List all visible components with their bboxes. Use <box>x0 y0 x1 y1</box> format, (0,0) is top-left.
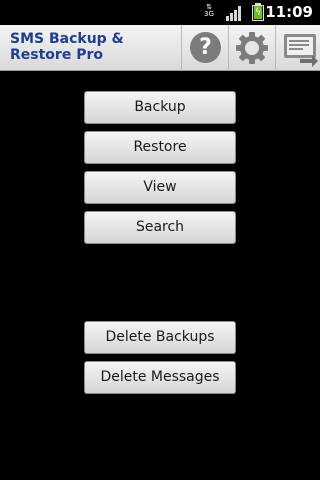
settings-gear-icon <box>236 32 268 64</box>
data-activity-icon: ⇅ 3G <box>204 3 214 18</box>
battery-charging-icon: ϟ <box>252 3 264 21</box>
signal-strength-icon <box>226 5 244 21</box>
help-button[interactable]: ? <box>181 25 227 71</box>
schedule-button[interactable] <box>275 25 320 71</box>
search-button[interactable]: Search <box>84 211 236 244</box>
delete-messages-button[interactable]: Delete Messages <box>84 361 236 394</box>
network-type-label: 3G <box>204 10 214 18</box>
settings-button[interactable] <box>228 25 274 71</box>
status-bar: ⇅ 3G ϟ 11:09 <box>0 0 320 25</box>
scheduled-backup-icon <box>284 34 318 67</box>
status-clock: 11:09 <box>265 3 313 21</box>
app-title: SMS Backup & Restore Pro <box>10 31 124 63</box>
delete-backups-button[interactable]: Delete Backups <box>84 321 236 354</box>
help-icon: ? <box>190 32 221 63</box>
view-button[interactable]: View <box>84 171 236 204</box>
title-bar: SMS Backup & Restore Pro ? <box>0 25 320 71</box>
restore-button[interactable]: Restore <box>84 131 236 164</box>
backup-button[interactable]: Backup <box>84 91 236 124</box>
